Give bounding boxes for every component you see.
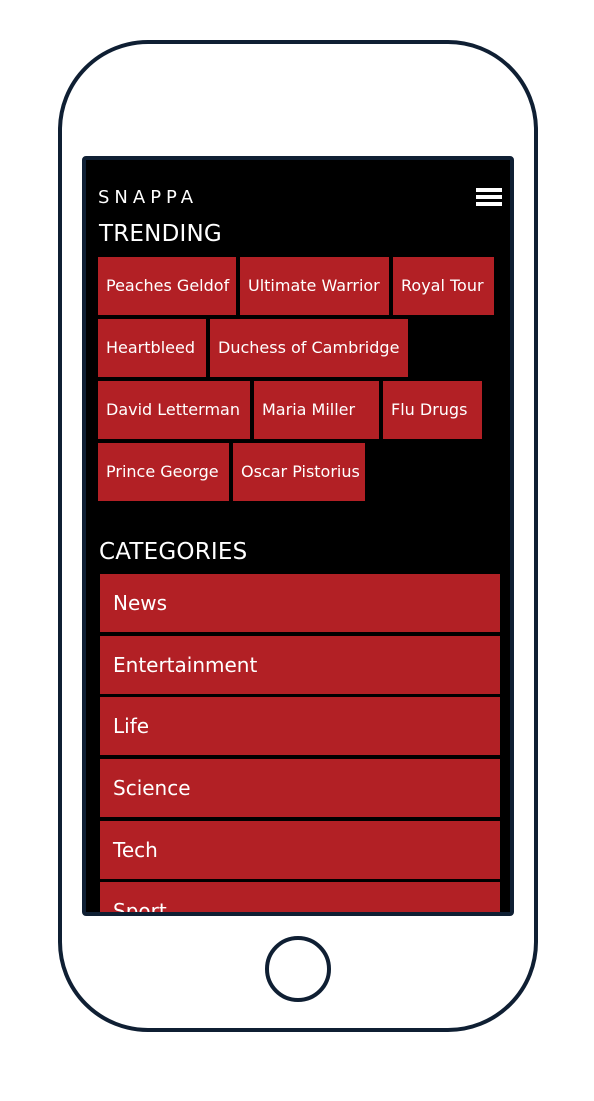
trending-tag[interactable]: David Letterman bbox=[98, 381, 250, 439]
menu-icon-bar bbox=[476, 188, 502, 192]
menu-icon-bar bbox=[476, 195, 502, 199]
trending-heading: TRENDING bbox=[99, 221, 222, 247]
categories-heading: CATEGORIES bbox=[99, 539, 248, 565]
category-item-tech[interactable]: Tech bbox=[100, 820, 500, 879]
trending-tag[interactable]: Ultimate Warrior bbox=[240, 257, 389, 315]
trending-tag[interactable]: Peaches Geldof bbox=[98, 257, 236, 315]
phone-screen: SNAPPA TRENDING Peaches Geldof Ultimate … bbox=[82, 156, 514, 916]
hamburger-menu-icon[interactable] bbox=[476, 188, 502, 208]
menu-icon-bar bbox=[476, 202, 502, 206]
trending-tag[interactable]: Maria Miller bbox=[254, 381, 379, 439]
category-item-news[interactable]: News bbox=[100, 574, 500, 632]
home-button[interactable] bbox=[265, 936, 331, 1002]
trending-tag-list: Peaches Geldof Ultimate Warrior Royal To… bbox=[98, 257, 508, 505]
category-item-entertainment[interactable]: Entertainment bbox=[100, 635, 500, 694]
category-item-life[interactable]: Life bbox=[100, 697, 500, 756]
trending-tag[interactable]: Oscar Pistorius bbox=[233, 443, 365, 501]
app-logo: SNAPPA bbox=[98, 187, 199, 208]
trending-tag[interactable]: Royal Tour bbox=[393, 257, 494, 315]
trending-tag[interactable]: Prince George bbox=[98, 443, 229, 501]
category-item-science[interactable]: Science bbox=[100, 759, 500, 818]
trending-tag[interactable]: Duchess of Cambridge bbox=[210, 319, 408, 377]
trending-tag[interactable]: Flu Drugs bbox=[383, 381, 482, 439]
category-list: News Entertainment Life Science Tech Spo… bbox=[100, 574, 500, 912]
app-header: SNAPPA bbox=[98, 188, 502, 212]
trending-tag[interactable]: Heartbleed bbox=[98, 319, 206, 377]
category-item-sport[interactable]: Sport bbox=[100, 882, 500, 912]
